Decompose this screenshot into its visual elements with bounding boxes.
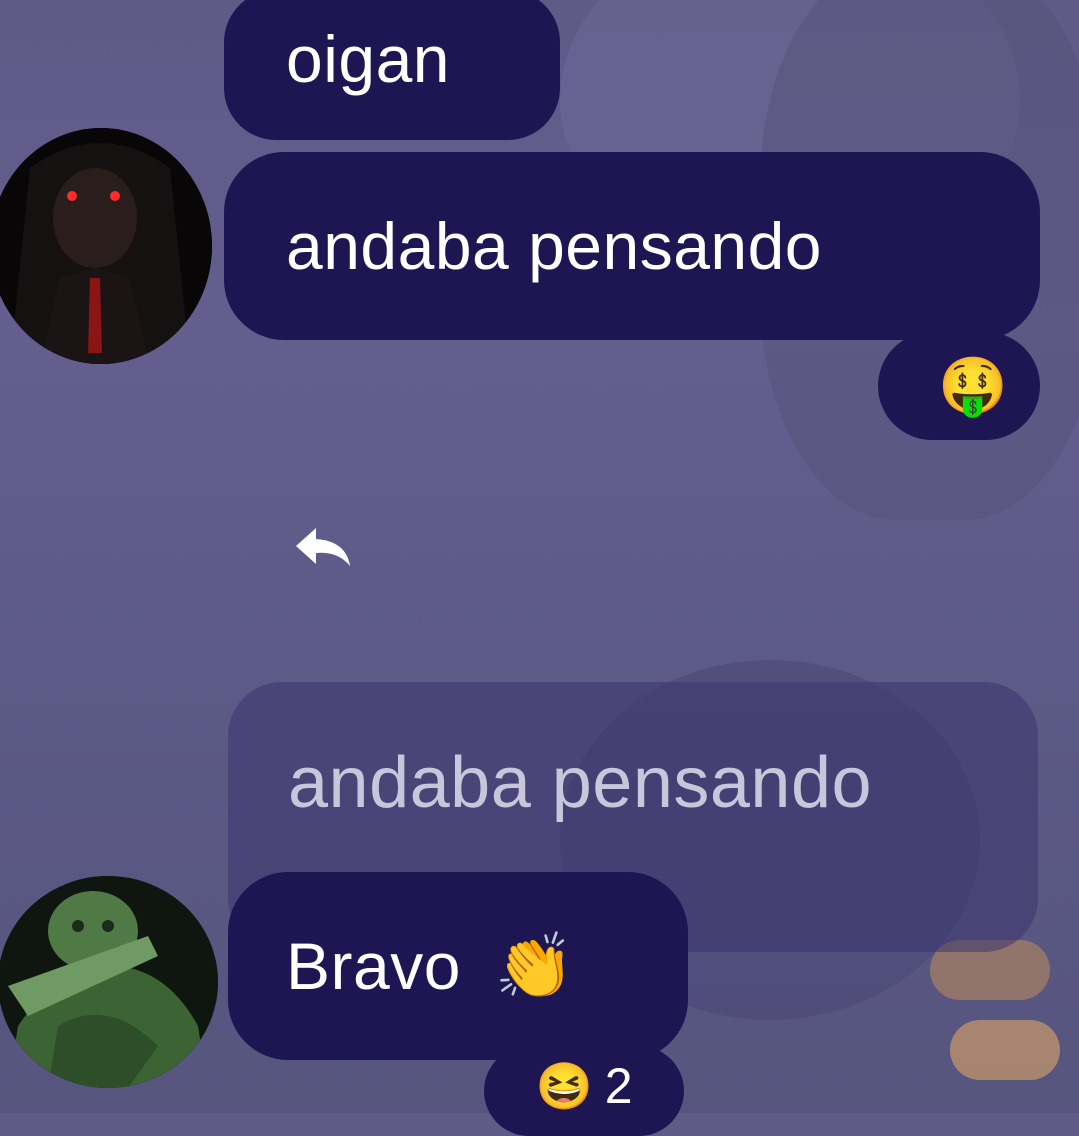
reply-arrow-icon[interactable] — [292, 524, 354, 570]
reaction-badge[interactable]: 😆 2 — [484, 1046, 684, 1136]
reaction-badge[interactable]: 🤑 — [878, 332, 1040, 440]
clapping-hands-icon: 👏 — [494, 929, 575, 1002]
message-text: andaba pensando — [286, 209, 823, 283]
grinning-squinting-face-icon: 😆 — [535, 1059, 593, 1112]
quoted-message-text: andaba pensando — [288, 743, 873, 823]
message-bubble[interactable]: oigan — [224, 0, 560, 140]
money-mouth-face-icon: 🤑 — [938, 354, 1008, 417]
avatar-image — [0, 128, 212, 364]
message-text: oigan — [286, 22, 450, 96]
avatar[interactable] — [0, 876, 218, 1088]
message-bubble[interactable]: andaba pensando — [224, 152, 1040, 340]
message-text: Bravo — [286, 929, 461, 1003]
avatar[interactable] — [0, 128, 212, 364]
avatar-image — [0, 876, 218, 1088]
reaction-count: 2 — [604, 1058, 633, 1114]
background-blob — [950, 1020, 1060, 1080]
message-bubble[interactable]: Bravo 👏 — [228, 872, 688, 1060]
